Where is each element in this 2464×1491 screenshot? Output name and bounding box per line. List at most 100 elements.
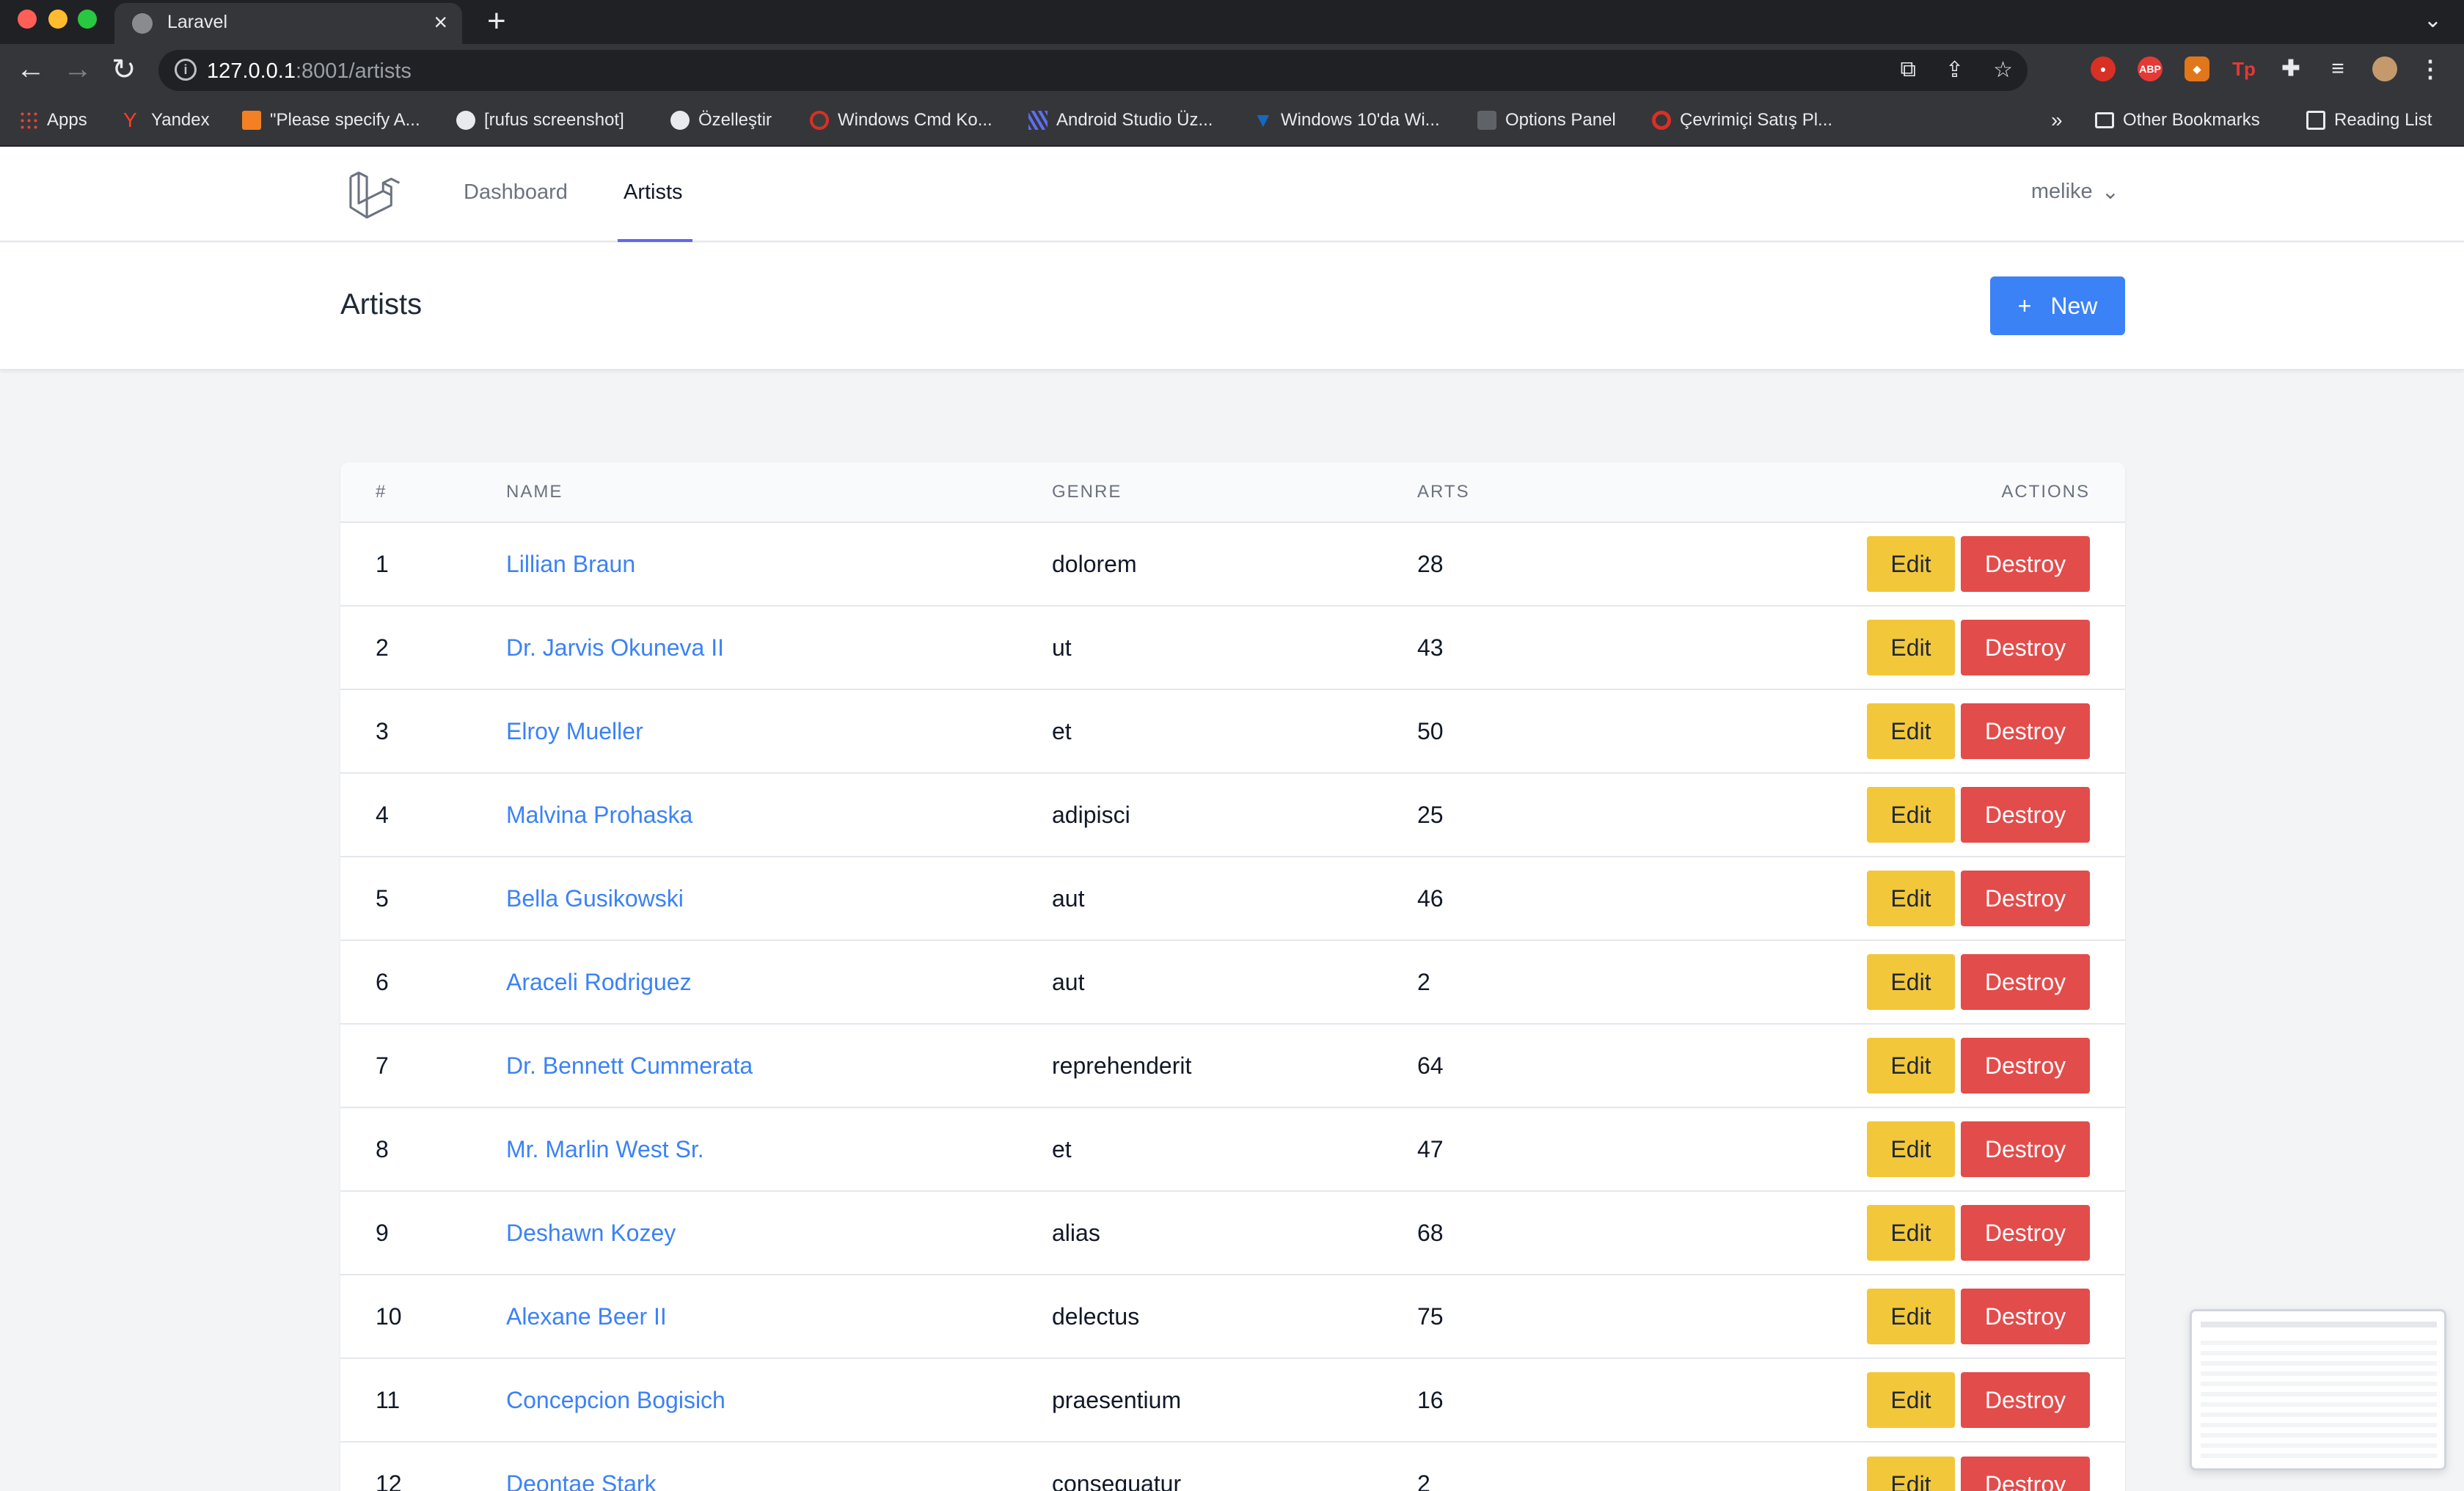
edit-button[interactable]: Edit xyxy=(1867,871,1955,926)
table-row: 1 Lillian Braun dolorem 28 Edit Destroy xyxy=(340,522,2125,606)
cell-actions: Edit Destroy xyxy=(1711,1358,2125,1442)
artist-name-link[interactable]: Bella Gusikowski xyxy=(506,885,684,912)
artist-name-link[interactable]: Araceli Rodriguez xyxy=(506,969,692,995)
destroy-button[interactable]: Destroy xyxy=(1961,1289,2090,1344)
destroy-button[interactable]: Destroy xyxy=(1961,536,2090,592)
stackoverflow-icon xyxy=(242,111,261,130)
address-bar[interactable]: i 127.0.0.1:8001/artists ⧉ ⇪ ☆ xyxy=(158,50,2028,91)
window-close-button[interactable] xyxy=(18,10,37,29)
star-icon[interactable]: ☆ xyxy=(1993,57,2013,83)
destroy-button[interactable]: Destroy xyxy=(1961,1121,2090,1177)
nav-link-artists[interactable]: Artists xyxy=(624,180,683,205)
bookmark-android-studio[interactable]: Android Studio Üz... xyxy=(1028,107,1213,133)
thumbnail-content xyxy=(2201,1341,2437,1458)
screenshot-preview-thumbnail[interactable] xyxy=(2190,1309,2446,1470)
edit-button[interactable]: Edit xyxy=(1867,1289,1955,1344)
artist-name-link[interactable]: Concepcion Bogisich xyxy=(506,1387,725,1413)
bookmark-label: Çevrimiçi Satış Pl... xyxy=(1680,110,1833,130)
bookmark-yandex[interactable]: Y Yandex xyxy=(123,107,210,133)
artist-name-link[interactable]: Alexane Beer II xyxy=(506,1303,667,1330)
adblock-plus-icon[interactable]: ABP xyxy=(2138,56,2163,81)
reload-icon[interactable]: ↻ xyxy=(111,53,136,87)
artist-name-link[interactable]: Deshawn Kozey xyxy=(506,1220,676,1246)
bookmark-options-panel[interactable]: Options Panel xyxy=(1477,107,1616,133)
browser-menu-icon[interactable]: ⋮ xyxy=(2418,56,2443,81)
site-info-icon[interactable]: i xyxy=(175,59,197,81)
bookmark-windows-cmd[interactable]: Windows Cmd Ko... xyxy=(810,107,992,133)
cell-arts: 28 xyxy=(1417,550,1444,577)
destroy-button[interactable]: Destroy xyxy=(1961,620,2090,675)
extensions-puzzle-icon[interactable]: ✚ xyxy=(2278,56,2303,81)
bookmarks-overflow-button[interactable]: » xyxy=(2051,107,2063,133)
table-row: 4 Malvina Prohaska adipisci 25 Edit Destroy xyxy=(340,773,2125,857)
edit-button[interactable]: Edit xyxy=(1867,1456,1955,1491)
user-menu[interactable]: melike ⌄ xyxy=(2031,179,2119,205)
artist-name-link[interactable]: Deontae Stark xyxy=(506,1470,657,1491)
extension-shield-icon[interactable]: ● xyxy=(2091,56,2116,81)
reading-list-button[interactable]: Reading List xyxy=(2306,107,2432,133)
table-row: 6 Araceli Rodriguez aut 2 Edit Destroy xyxy=(340,940,2125,1024)
destroy-button[interactable]: Destroy xyxy=(1961,703,2090,759)
artist-name-link[interactable]: Lillian Braun xyxy=(506,551,635,577)
chevron-down-icon: ⌄ xyxy=(2101,180,2119,204)
edit-button[interactable]: Edit xyxy=(1867,620,1955,675)
translate-icon[interactable]: ⧉ xyxy=(1901,57,1916,83)
bookmark-ozellestir[interactable]: Özelleştir xyxy=(670,107,772,133)
destroy-button[interactable]: Destroy xyxy=(1961,787,2090,843)
artist-name-link[interactable]: Malvina Prohaska xyxy=(506,802,692,828)
destroy-button[interactable]: Destroy xyxy=(1961,1456,2090,1491)
cell-actions: Edit Destroy xyxy=(1711,689,2125,773)
destroy-button[interactable]: Destroy xyxy=(1961,871,2090,926)
nav-link-dashboard[interactable]: Dashboard xyxy=(464,180,568,205)
edit-button[interactable]: Edit xyxy=(1867,536,1955,592)
artists-table: # NAME GENRE ARTS ACTIONS 1 Lillian Braun… xyxy=(340,462,2125,1491)
cell-name: Malvina Prohaska xyxy=(506,773,1052,857)
artist-name-link[interactable]: Dr. Bennett Cummerata xyxy=(506,1052,753,1079)
destroy-button[interactable]: Destroy xyxy=(1961,954,2090,1010)
window-zoom-button[interactable] xyxy=(78,10,97,29)
tp-extension-icon[interactable]: Tp xyxy=(2231,56,2256,81)
tab-title: Laravel xyxy=(167,12,227,32)
destroy-button[interactable]: Destroy xyxy=(1961,1372,2090,1428)
bookmark-cevrimici[interactable]: Çevrimiçi Satış Pl... xyxy=(1652,107,1832,133)
cell-arts: 68 xyxy=(1417,1219,1444,1246)
tab-close-icon[interactable]: × xyxy=(434,9,447,36)
back-arrow-icon[interactable]: ← xyxy=(16,53,45,86)
cell-name: Concepcion Bogisich xyxy=(506,1358,1052,1442)
edit-button[interactable]: Edit xyxy=(1867,1038,1955,1093)
destroy-button[interactable]: Destroy xyxy=(1961,1038,2090,1093)
bookmark-other-bookmarks[interactable]: Other Bookmarks xyxy=(2095,107,2260,133)
artist-name-link[interactable]: Elroy Mueller xyxy=(506,718,643,744)
bookmark-windows-10[interactable]: ▼ Windows 10'da Wi... xyxy=(1253,107,1440,133)
browser-tab[interactable]: Laravel × xyxy=(114,3,462,44)
tab-search-chevron-icon[interactable]: ⌄ xyxy=(2424,7,2442,33)
bookmark-apps[interactable]: Apps xyxy=(19,107,87,133)
share-icon[interactable]: ⇪ xyxy=(1945,57,1964,83)
cell-actions: Edit Destroy xyxy=(1711,857,2125,940)
cell-id: 10 xyxy=(376,1303,402,1330)
media-queue-icon[interactable]: ≡ xyxy=(2325,56,2350,81)
edit-button[interactable]: Edit xyxy=(1867,703,1955,759)
artist-name-link[interactable]: Dr. Jarvis Okuneva II xyxy=(506,634,724,661)
artist-name-link[interactable]: Mr. Marlin West Sr. xyxy=(506,1136,704,1162)
cell-arts: 75 xyxy=(1417,1303,1444,1330)
forward-arrow-icon[interactable]: → xyxy=(63,53,92,86)
new-tab-icon[interactable]: + xyxy=(487,3,506,40)
laravel-logo-icon[interactable] xyxy=(343,169,401,221)
profile-avatar-icon[interactable] xyxy=(2372,56,2397,81)
bookmark-label: [rufus screenshot] xyxy=(484,110,624,130)
edit-button[interactable]: Edit xyxy=(1867,1121,1955,1177)
cell-actions: Edit Destroy xyxy=(1711,773,2125,857)
destroy-button[interactable]: Destroy xyxy=(1961,1205,2090,1261)
edit-button[interactable]: Edit xyxy=(1867,787,1955,843)
table-row: 10 Alexane Beer II delectus 75 Edit Destroy xyxy=(340,1275,2125,1358)
window-minimize-button[interactable] xyxy=(48,10,67,29)
edit-button[interactable]: Edit xyxy=(1867,1205,1955,1261)
edit-button[interactable]: Edit xyxy=(1867,1372,1955,1428)
bookmark-stackoverflow[interactable]: "Please specify A... xyxy=(242,107,420,133)
edit-button[interactable]: Edit xyxy=(1867,954,1955,1010)
table-row: 2 Dr. Jarvis Okuneva II ut 43 Edit Destroy xyxy=(340,606,2125,689)
metamask-fox-icon[interactable]: ◆ xyxy=(2185,56,2209,81)
bookmark-rufus[interactable]: [rufus screenshot] xyxy=(456,107,624,133)
new-artist-button[interactable]: + New xyxy=(1990,276,2125,335)
